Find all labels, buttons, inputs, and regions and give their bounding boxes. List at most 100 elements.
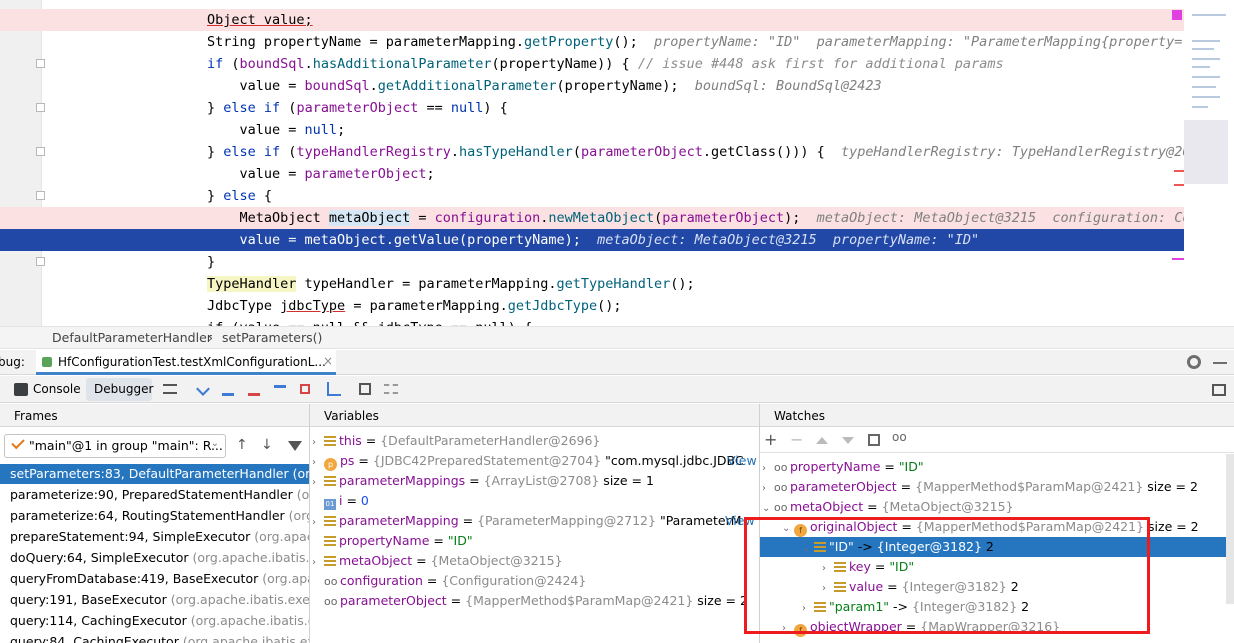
chevron-right-icon[interactable]: › [312, 513, 324, 531]
code-line[interactable]: TypeHandler typeHandler = parameterMappi… [0, 273, 1184, 295]
code-line[interactable]: value = boundSql.getAdditionalParameter(… [0, 75, 1184, 97]
breadcrumb-method[interactable]: setParameters() [222, 330, 322, 345]
watch-row[interactable]: ⌄ f originalObject = {MapperMethod$ParamMa… [760, 517, 1226, 537]
code-token: String propertyName = parameterMapping. [207, 34, 524, 50]
step-over-icon[interactable] [196, 382, 210, 396]
chevron-down-icon[interactable]: ⌄ [802, 539, 814, 557]
variable-row[interactable]: › parameterMapping = {ParameterMapping@27… [310, 511, 759, 531]
chevron-down-icon[interactable]: ⌄ [782, 519, 794, 537]
frame-row[interactable]: query:191, BaseExecutor (org.apache.ibat… [0, 590, 309, 610]
frame-row[interactable]: prepareStatement:94, SimpleExecutor (org… [0, 527, 309, 547]
gear-icon[interactable] [1187, 355, 1201, 369]
chevron-right-icon[interactable]: › [312, 453, 324, 471]
code-token: getJdbcType [507, 298, 598, 314]
code-token: // issue #448 ask first for additional p… [637, 56, 1004, 72]
chevron-right-icon[interactable]: › [312, 433, 324, 451]
breakpoint-line[interactable]: MetaObject metaObject = configuration.ne… [0, 207, 1184, 229]
move-up-icon[interactable] [816, 437, 828, 444]
debugger-tab[interactable]: Debugger [86, 378, 153, 401]
variable-row[interactable]: oo configuration = {Configuration@2424} [310, 571, 759, 591]
chevron-right-icon[interactable]: › [312, 553, 324, 571]
watch-extra: size = 2 [1143, 479, 1198, 494]
run-to-cursor-icon[interactable] [327, 382, 341, 396]
frame-row[interactable]: query:84, CachingExecutor (org.apache.ib… [0, 632, 309, 643]
force-step-into-icon[interactable] [248, 382, 260, 396]
chevron-right-icon[interactable]: › [822, 559, 834, 577]
variable-row[interactable]: oo parameterObject = {MapperMethod$ParamM… [310, 591, 759, 611]
code-token: (); [670, 276, 695, 292]
debug-session-tab[interactable]: HfConfigurationTest.testXmlConfiguration… [36, 350, 336, 375]
watch-row[interactable]: › f objectWrapper = {MapWrapper@3216} [760, 617, 1226, 637]
watch-row[interactable]: › oo propertyName = "ID" [760, 457, 1226, 477]
variable-row[interactable]: 01 i = 0 [310, 491, 759, 511]
code-line[interactable]: Object value; [0, 9, 1184, 31]
code-editor[interactable]: Object value; String propertyName = para… [0, 0, 1234, 326]
editor-scrollbar-markers[interactable] [1170, 0, 1234, 326]
code-line[interactable]: value = parameterObject; [0, 163, 1184, 185]
variable-name: parameterMappings [339, 473, 466, 488]
arrow-up-icon[interactable]: ↑ [236, 437, 248, 453]
chevron-down-icon[interactable]: ⌄ [762, 499, 774, 517]
watch-row[interactable]: › "param1" -> {Integer@3182} 2 [760, 597, 1226, 617]
code-line[interactable]: if (boundSql.hasAdditionalParameter(prop… [0, 53, 1184, 75]
code-line[interactable]: String propertyName = parameterMapping.g… [0, 31, 1184, 53]
trace-stream-icon[interactable] [384, 384, 398, 394]
minimize-icon[interactable] [1213, 362, 1227, 364]
variable-row[interactable]: › this = {DefaultParameterHandler@2696} [310, 431, 759, 451]
remove-watch-icon[interactable]: − [790, 430, 803, 449]
layout-menu-icon[interactable] [163, 384, 177, 394]
variable-row[interactable]: › parameterMappings = {ArrayList@2708} si… [310, 471, 759, 491]
view-link[interactable]: View [727, 451, 757, 471]
breadcrumb-class[interactable]: DefaultParameterHandler [52, 330, 212, 345]
console-tab[interactable]: Console [12, 380, 81, 400]
frame-row[interactable]: parameterize:90, PreparedStatementHandle… [0, 485, 309, 505]
filter-icon[interactable] [288, 441, 302, 451]
frame-row[interactable]: query:114, CachingExecutor (org.apache.i… [0, 611, 309, 631]
frame-row[interactable]: setParameters:83, DefaultParameterHandle… [0, 464, 309, 484]
add-watch-icon[interactable]: + [764, 430, 777, 449]
variable-name: this [339, 433, 362, 448]
view-link[interactable]: View [725, 511, 755, 531]
drop-frame-icon[interactable] [300, 384, 310, 394]
copy-icon[interactable] [868, 434, 880, 446]
watch-row[interactable]: › key = "ID" [760, 557, 1226, 577]
restore-layout-icon[interactable] [1212, 384, 1226, 396]
chevron-right-icon[interactable]: › [782, 619, 794, 637]
code-token: JdbcType [207, 298, 281, 314]
chevron-right-icon[interactable]: › [762, 459, 774, 477]
execution-point-line[interactable]: value = metaObject.getValue(propertyName… [0, 229, 1184, 251]
thread-select[interactable]: "main"@1 in group "main": R... ⌄ [4, 434, 226, 458]
step-into-icon[interactable] [222, 382, 234, 396]
code-line[interactable]: } else { [0, 185, 1184, 207]
watch-row[interactable]: › oo parameterObject = {MapperMethod$Param… [760, 477, 1226, 497]
arrow-down-icon[interactable]: ↓ [261, 437, 273, 453]
variable-row[interactable]: propertyName = "ID" [310, 531, 759, 551]
chevron-right-icon[interactable]: › [822, 579, 834, 597]
frame-row[interactable]: queryFromDatabase:419, BaseExecutor (org… [0, 569, 309, 589]
frame-row[interactable]: doQuery:64, SimpleExecutor (org.apache.i… [0, 548, 309, 568]
watch-row[interactable]: ⌄ oo metaObject = {MetaObject@3215} [760, 497, 1226, 517]
code-line[interactable]: if (value == null && jdbcType == null) { [0, 317, 1184, 326]
frame-row[interactable]: parameterize:64, RoutingStatementHandler… [0, 506, 309, 526]
code-line[interactable]: value = null; [0, 119, 1184, 141]
variable-row[interactable]: › p ps = {JDBC42PreparedStatement@2704} "c… [310, 451, 759, 471]
close-icon[interactable]: × [323, 354, 333, 368]
chevron-right-icon[interactable]: › [802, 599, 814, 617]
code-line[interactable]: } else if (typeHandlerRegistry.hasTypeHa… [0, 141, 1184, 163]
watches-scrollbar[interactable] [1226, 454, 1234, 604]
code-line[interactable]: JdbcType jdbcType = parameterMapping.get… [0, 295, 1184, 317]
step-out-icon[interactable] [274, 385, 286, 399]
code-line[interactable]: } else if (parameterObject == null) { [0, 97, 1184, 119]
chevron-right-icon[interactable]: › [762, 479, 774, 497]
code-line[interactable]: } [0, 251, 1184, 273]
move-down-icon[interactable] [842, 437, 854, 444]
evaluate-expression-icon[interactable] [359, 383, 371, 395]
variable-row[interactable]: › metaObject = {MetaObject@3215} [310, 551, 759, 571]
chevron-right-icon[interactable]: › [312, 473, 324, 491]
breadcrumb-separator: › [208, 330, 213, 345]
watch-row[interactable]: › value = {Integer@3182} 2 [760, 577, 1226, 597]
watch-row[interactable]: ⌄ "ID" -> {Integer@3182} 2 [760, 537, 1226, 557]
glasses-icon[interactable]: oo [892, 430, 907, 444]
code-token: . [369, 78, 378, 94]
frame-package: (org.apache.ibatis.exec [190, 613, 309, 628]
